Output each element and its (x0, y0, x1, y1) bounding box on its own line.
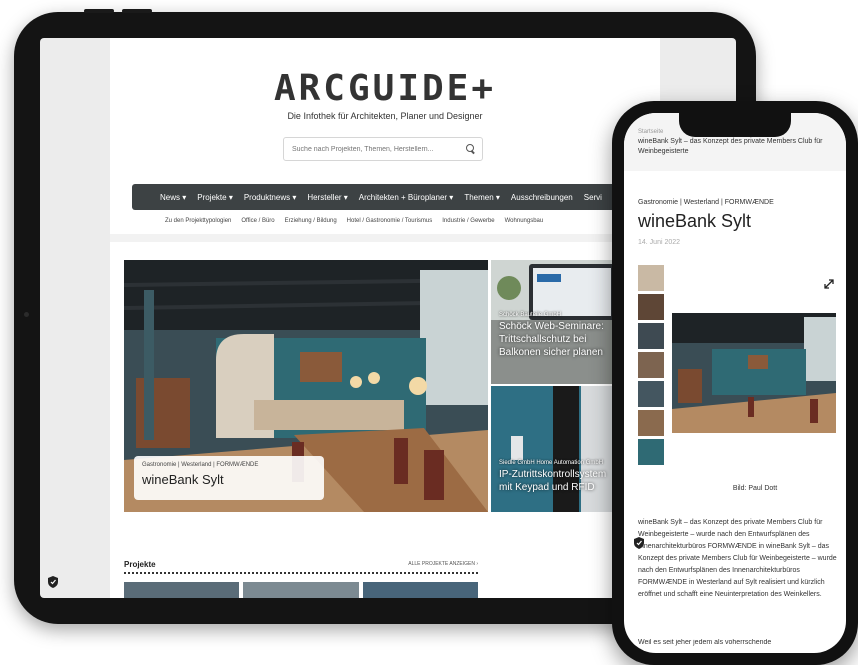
image-credit: Bild: Paul Dott (732, 485, 778, 492)
nav-item-architekten[interactable]: Architekten + Büroplaner ▾ (359, 193, 454, 202)
projects-heading: Projekte (124, 560, 156, 569)
nav-item-ausschreibungen[interactable]: Ausschreibungen (511, 193, 573, 202)
shield-icon[interactable] (634, 537, 644, 549)
search-input[interactable] (290, 144, 466, 154)
teaser-card[interactable]: Siedle GmbH Home Automation GmbH IP-Zutr… (491, 386, 617, 512)
article-paragraph-continued: Weil es seit jeher jedem als voherrschen… (638, 639, 772, 646)
phone-screen: Startseite wineBank Sylt – das Konzept d… (624, 113, 846, 653)
tablet-camera (24, 312, 29, 317)
hero-article[interactable]: Gastronomie | Westerland | FORMWÆNDE win… (124, 260, 488, 512)
hero-title[interactable]: wineBank Sylt (142, 472, 316, 487)
nav-item-hersteller[interactable]: Hersteller ▾ (307, 193, 347, 202)
projects-section-header: Projekte ALLE PROJEKTE ANZEIGEN › (124, 558, 478, 574)
teaser-title[interactable]: Schöck Web-Seminare: Trittschallschutz b… (499, 320, 613, 359)
phone-notch (679, 113, 791, 137)
divider (110, 234, 660, 242)
teaser-caption: Schöck Bauteile GmbH Schöck Web-Seminare… (499, 312, 613, 359)
teaser-category: Schöck Bauteile GmbH (499, 312, 562, 318)
search-icon[interactable] (466, 144, 476, 154)
gallery-thumbnail[interactable] (638, 439, 664, 465)
subnav-item-bildung[interactable]: Erziehung / Bildung (285, 218, 337, 224)
project-thumbnails (124, 582, 478, 598)
article-date: 14. Juni 2022 (638, 239, 681, 246)
teaser-card[interactable]: Schöck Bauteile GmbH Schöck Web-Seminare… (491, 260, 617, 384)
sub-nav: Zu den Projekttypologien Office / Büro E… (165, 218, 660, 224)
gallery-thumbnail[interactable] (638, 323, 664, 349)
search-box[interactable] (283, 137, 483, 161)
nav-item-news[interactable]: News ▾ (160, 193, 186, 202)
nav-item-themen[interactable]: Themen ▾ (464, 193, 500, 202)
phone-device: Startseite wineBank Sylt – das Konzept d… (612, 101, 858, 665)
project-thumbnail[interactable] (124, 582, 240, 598)
nav-item-service[interactable]: Servi (584, 193, 602, 202)
teaser-title[interactable]: IP-Zutrittskontrollsystem mit Keypad und… (499, 468, 617, 494)
gallery-thumbnail[interactable] (638, 410, 664, 436)
article-title: wineBank Sylt (638, 211, 752, 231)
gallery-image (672, 313, 836, 433)
subnav-item-wohnungsbau[interactable]: Wohnungsbau (505, 218, 544, 224)
tablet-volume-button (122, 9, 152, 13)
expand-icon[interactable] (824, 276, 834, 289)
gallery-thumbnail[interactable] (638, 381, 664, 407)
gallery-thumbnails (638, 265, 664, 493)
website: ARCGUIDE+ Die Infothek für Architekten, … (110, 38, 660, 598)
breadcrumb-current: wineBank Sylt – das Konzept des private … (638, 138, 823, 155)
gallery-thumbnail[interactable] (638, 352, 664, 378)
gallery-main-image[interactable] (672, 313, 836, 433)
hero-category: Gastronomie | Westerland | FORMWÆNDE (142, 462, 259, 468)
shield-icon[interactable] (48, 576, 58, 588)
nav-item-projekte[interactable]: Projekte ▾ (197, 193, 233, 202)
main-nav: News ▾ Projekte ▾ Produktnews ▾ Herstell… (132, 184, 660, 210)
tablet-volume-button (84, 9, 114, 13)
subnav-item-office[interactable]: Office / Büro (241, 218, 274, 224)
site-logo[interactable]: ARCGUIDE+ (110, 68, 660, 109)
teaser-category: Siedle GmbH Home Automation GmbH (499, 460, 604, 466)
article-paragraph: wineBank Sylt – das Konzept des private … (638, 519, 837, 598)
teaser-caption: Siedle GmbH Home Automation GmbH IP-Zutr… (499, 460, 617, 494)
gallery-thumbnail[interactable] (638, 265, 664, 291)
all-projects-link[interactable]: ALLE PROJEKTE ANZEIGEN › (408, 561, 478, 567)
site-tagline: Die Infothek für Architekten, Planer und… (287, 111, 483, 121)
nav-item-produktnews[interactable]: Produktnews ▾ (244, 193, 296, 202)
article-category: Gastronomie | Westerland | FORMWÆNDE (638, 199, 774, 206)
subnav-item-hotel[interactable]: Hotel / Gastronomie / Tourismus (347, 218, 433, 224)
subnav-item-typologien[interactable]: Zu den Projekttypologien (165, 218, 231, 224)
project-thumbnail[interactable] (243, 582, 359, 598)
subnav-item-industrie[interactable]: Industrie / Gewerbe (442, 218, 494, 224)
hero-caption: Gastronomie | Westerland | FORMWÆNDE win… (134, 456, 324, 500)
project-thumbnail[interactable] (362, 582, 478, 598)
gallery-thumbnail[interactable] (638, 294, 664, 320)
